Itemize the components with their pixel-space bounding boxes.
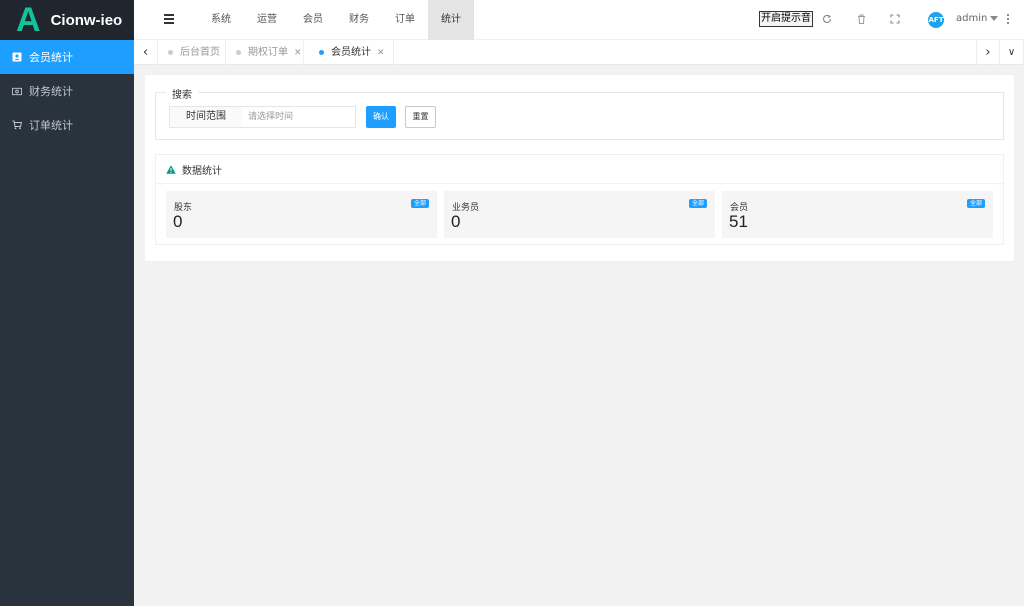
- logo[interactable]: A Cionw-ieo: [0, 0, 134, 40]
- main-card: 搜索 时间范围 请选择时间 确认 重置 数据统计 股东 0 全部 业务员 0 全…: [145, 75, 1014, 261]
- more-vertical-icon[interactable]: [1006, 14, 1010, 26]
- tab-member-stats[interactable]: 会员统计 ✕: [319, 40, 394, 65]
- warning-icon: [166, 164, 176, 174]
- nav-item-system[interactable]: 系统: [198, 0, 244, 40]
- tabs-scroll-left-icon[interactable]: ‹: [134, 40, 158, 65]
- sidebar: A Cionw-ieo 会员统计 财务统计 订单统计: [0, 0, 134, 606]
- stat-card-members: 会员 51 全部: [722, 191, 993, 238]
- stats-panel: 数据统计 股东 0 全部 业务员 0 全部 会员 51 全部: [155, 154, 1004, 245]
- nav-item-statistics[interactable]: 统计: [428, 0, 474, 40]
- stat-badge: 全部: [688, 199, 707, 208]
- sidebar-item-member-stats[interactable]: 会员统计: [0, 40, 134, 74]
- tabs-scroll-right-icon[interactable]: ›: [976, 40, 1000, 65]
- stats-header: 数据统计: [156, 155, 1003, 184]
- sidebar-item-finance-stats[interactable]: 财务统计: [0, 74, 134, 108]
- nav-item-member[interactable]: 会员: [290, 0, 336, 40]
- time-range-label: 时间范围: [169, 106, 243, 128]
- avatar[interactable]: AFT: [928, 12, 944, 28]
- stat-value: 51: [729, 212, 748, 231]
- search-fieldset: 搜索 时间范围 请选择时间 确认 重置: [155, 86, 1004, 140]
- stat-card-salespeople: 业务员 0 全部: [444, 191, 715, 238]
- money-icon: [12, 86, 22, 96]
- search-legend: 搜索: [166, 86, 198, 101]
- refresh-icon[interactable]: [821, 14, 833, 26]
- reset-button[interactable]: 重置: [405, 106, 436, 128]
- tab-home[interactable]: 后台首页: [168, 40, 226, 65]
- logo-mark: A: [16, 1, 41, 39]
- trash-icon[interactable]: [855, 14, 867, 26]
- stats-title: 数据统计: [182, 165, 222, 177]
- tab-dot: [319, 50, 324, 55]
- close-icon[interactable]: ✕: [377, 48, 385, 58]
- tab-label: 后台首页: [180, 47, 220, 58]
- sidebar-item-label: 会员统计: [29, 51, 73, 64]
- enable-sound-button[interactable]: 开启提示音: [759, 11, 813, 27]
- tab-dot: [168, 50, 173, 55]
- nav-item-operation[interactable]: 运营: [244, 0, 290, 40]
- sidebar-item-label: 财务统计: [29, 85, 73, 98]
- tabs-dropdown-icon[interactable]: ∨: [1000, 40, 1024, 65]
- close-icon[interactable]: ✕: [294, 48, 302, 58]
- stat-badge: 全部: [966, 199, 985, 208]
- confirm-button[interactable]: 确认: [366, 106, 396, 128]
- stat-value: 0: [173, 212, 183, 231]
- tab-options-orders[interactable]: 期权订单 ✕: [236, 40, 304, 65]
- tab-label: 期权订单: [248, 47, 288, 58]
- user-menu[interactable]: admin: [956, 13, 999, 24]
- sidebar-item-label: 订单统计: [29, 119, 73, 132]
- user-card-icon: [12, 52, 22, 62]
- top-header: 系统 运营 会员 财务 订单 统计 开启提示音 AFT admin: [134, 0, 1024, 40]
- caret-down-icon: [990, 15, 999, 21]
- stat-card-shareholders: 股东 0 全部: [166, 191, 437, 238]
- date-range-input[interactable]: 请选择时间: [242, 106, 356, 128]
- nav-item-finance[interactable]: 财务: [336, 0, 382, 40]
- username: admin: [956, 13, 988, 24]
- tab-dot: [236, 50, 241, 55]
- fullscreen-icon[interactable]: [889, 14, 901, 26]
- cart-icon: [12, 120, 22, 130]
- stat-value: 0: [451, 212, 461, 231]
- tabs-bar: ‹ 后台首页 期权订单 ✕ 会员统计 ✕ › ∨: [134, 40, 1024, 65]
- nav-item-order[interactable]: 订单: [382, 0, 428, 40]
- stat-badge: 全部: [410, 199, 429, 208]
- tab-label: 会员统计: [331, 47, 371, 58]
- top-nav: 系统 运营 会员 财务 订单 统计: [198, 0, 474, 40]
- menu-toggle-icon[interactable]: [164, 14, 174, 26]
- logo-text: Cionw-ieo: [50, 11, 123, 29]
- sidebar-item-order-stats[interactable]: 订单统计: [0, 108, 134, 142]
